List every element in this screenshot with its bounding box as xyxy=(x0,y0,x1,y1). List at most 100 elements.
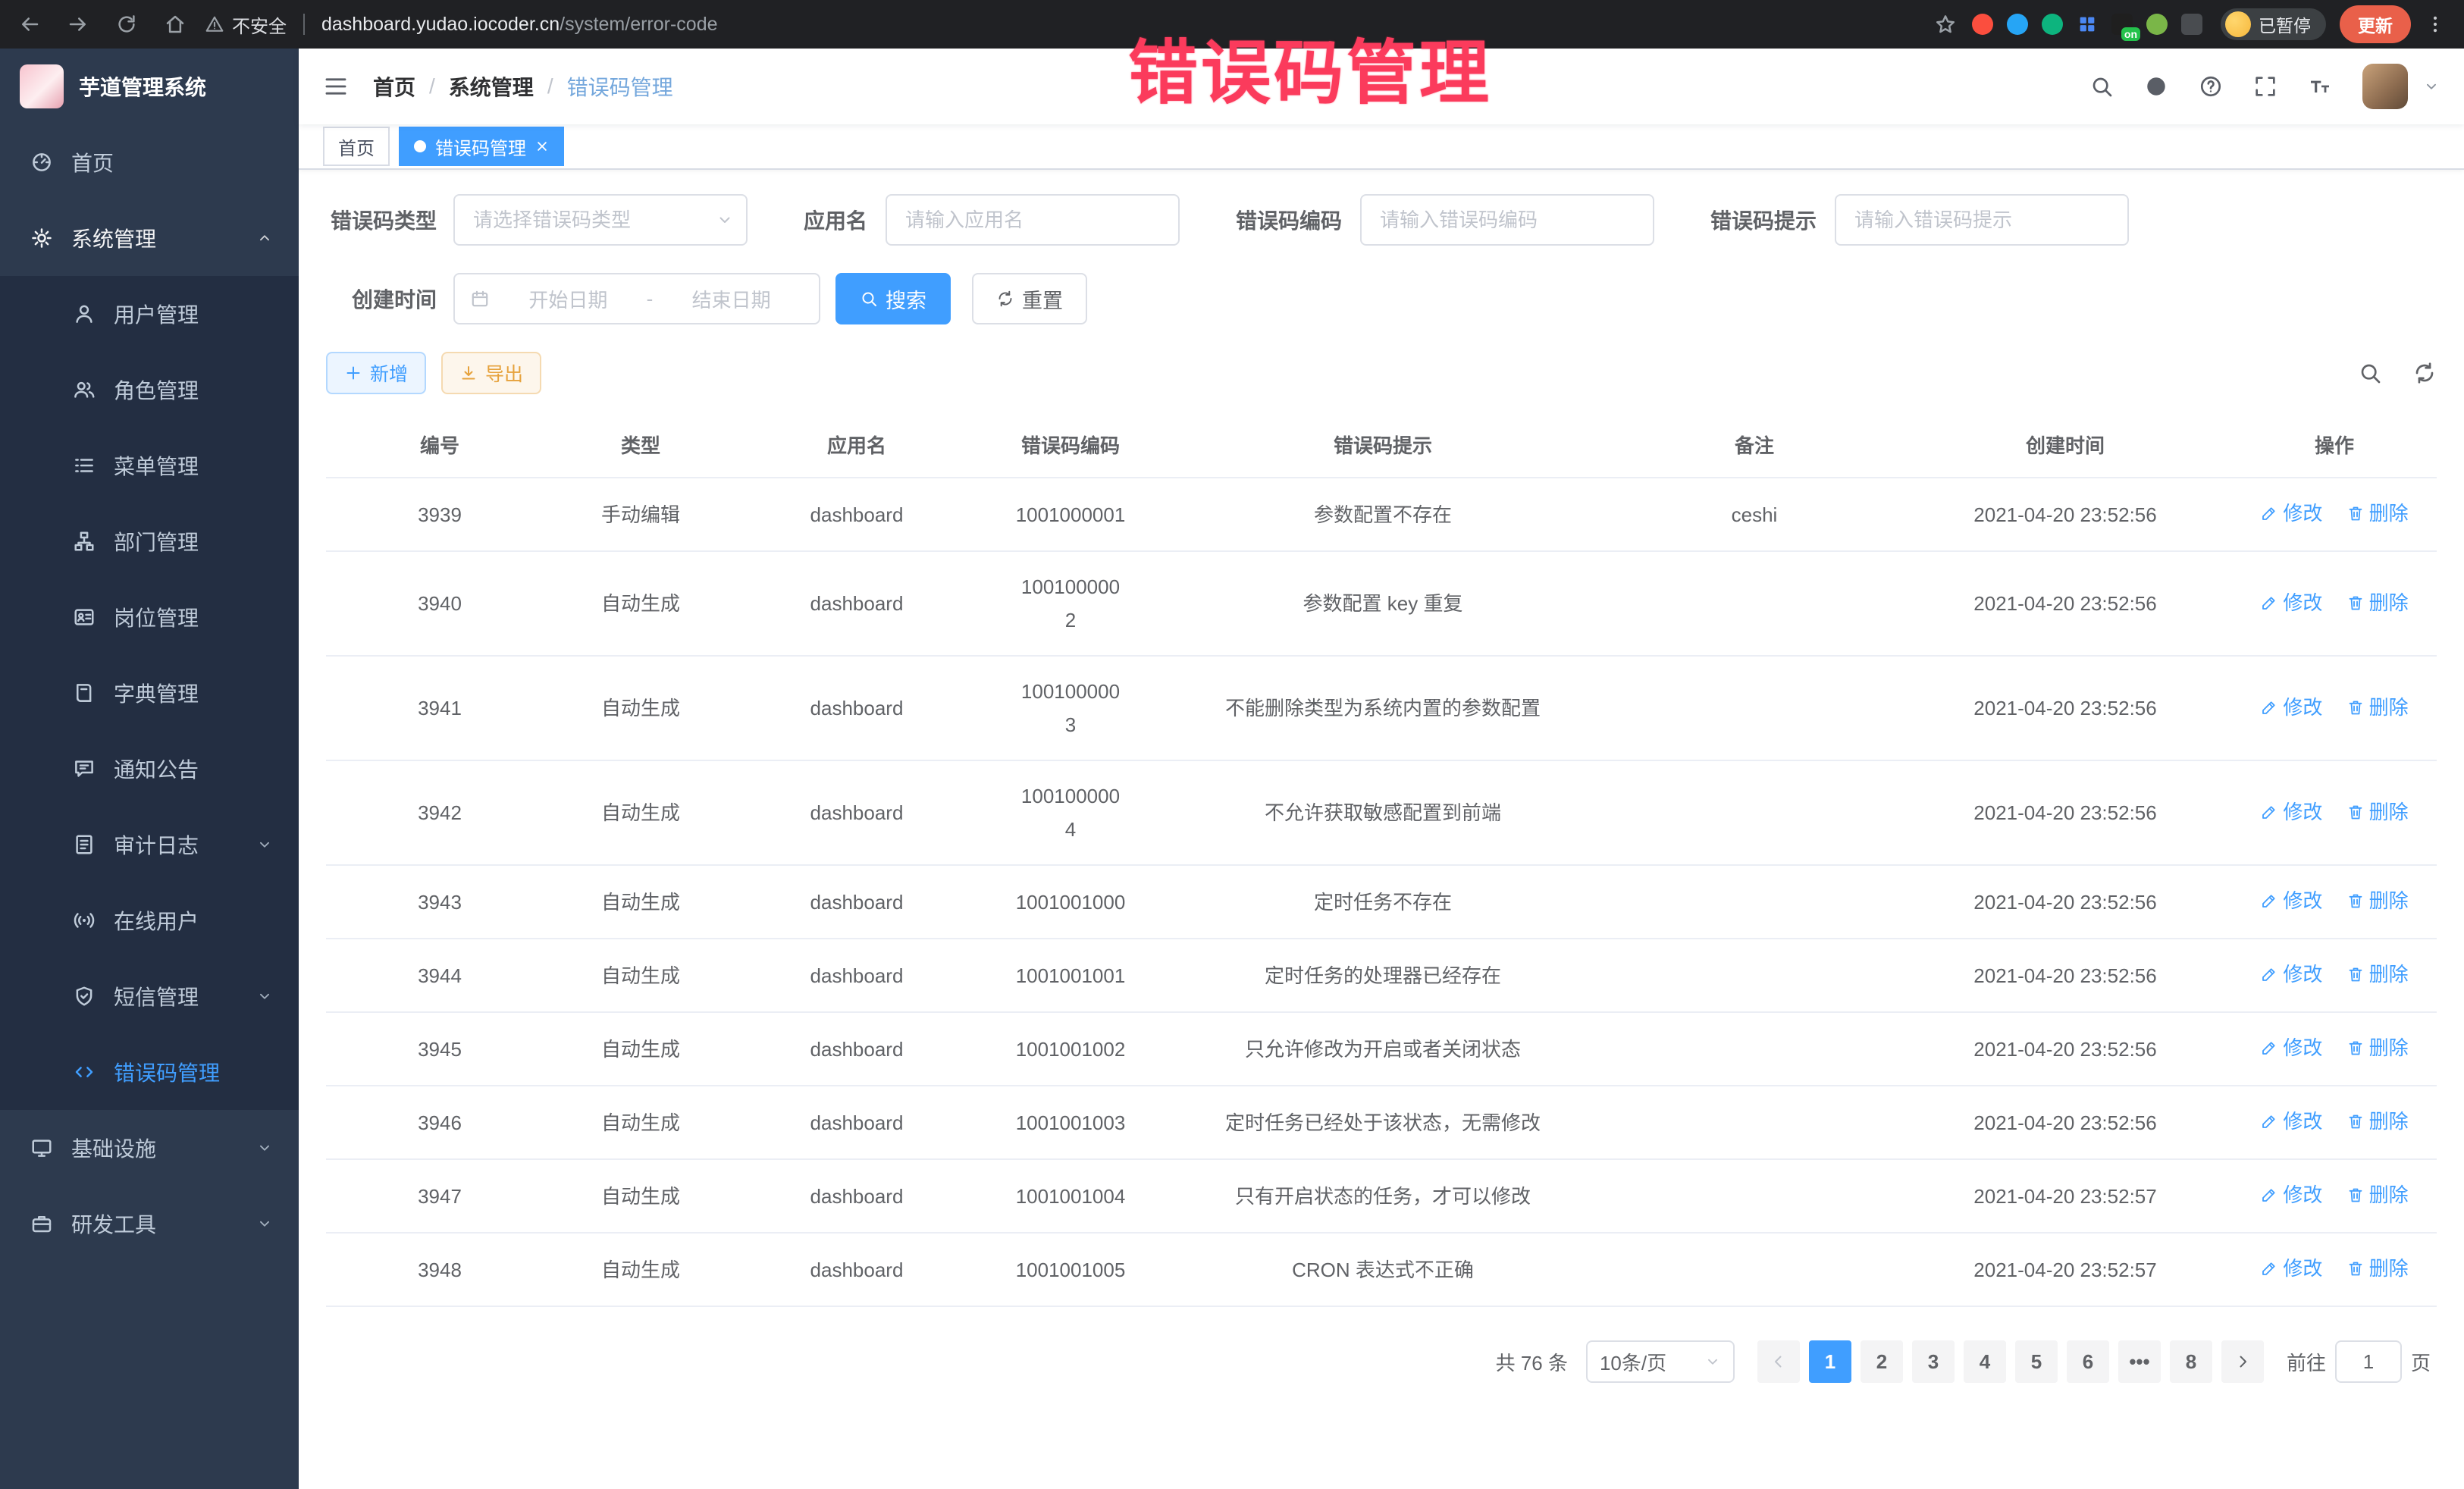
tab-home[interactable]: 首页 xyxy=(323,127,390,166)
sidebar-item-roles[interactable]: 角色管理 xyxy=(0,352,299,428)
delete-link[interactable]: 删除 xyxy=(2346,586,2409,619)
page-button[interactable]: 8 xyxy=(2170,1340,2212,1383)
search-button[interactable]: 搜索 xyxy=(835,273,951,324)
add-button[interactable]: 新增 xyxy=(326,352,426,394)
export-button[interactable]: 导出 xyxy=(441,352,541,394)
extension-icon-wellness[interactable] xyxy=(2146,14,2168,35)
edit-link[interactable]: 修改 xyxy=(2260,586,2322,619)
sidebar-item-positions[interactable]: 岗位管理 xyxy=(0,579,299,655)
breadcrumb-home[interactable]: 首页 xyxy=(373,71,415,102)
edit-link[interactable]: 修改 xyxy=(2260,795,2322,829)
prev-page-button[interactable] xyxy=(1757,1340,1800,1383)
code-icon xyxy=(73,1061,96,1083)
reset-button[interactable]: 重置 xyxy=(972,273,1087,324)
app-logo[interactable]: 芋道管理系统 xyxy=(0,49,299,124)
edit-link[interactable]: 修改 xyxy=(2260,1252,2322,1285)
error-type-select[interactable] xyxy=(453,194,748,246)
cell-remark xyxy=(1610,939,1898,1012)
help-icon[interactable] xyxy=(2199,74,2223,99)
cell-app-name: dashboard xyxy=(728,1233,986,1306)
reload-icon[interactable] xyxy=(115,13,138,36)
delete-link[interactable]: 删除 xyxy=(2346,1031,2409,1064)
sidebar-item-home[interactable]: 首页 xyxy=(0,124,299,200)
sidebar-item-audit-log[interactable]: 审计日志 xyxy=(0,807,299,882)
search-icon[interactable] xyxy=(2089,74,2114,99)
extension-icon-checker[interactable] xyxy=(2042,14,2063,35)
profile-chip[interactable]: 已暂停 xyxy=(2221,8,2326,40)
delete-link[interactable]: 删除 xyxy=(2346,795,2409,829)
page-button[interactable]: 6 xyxy=(2067,1340,2109,1383)
user-avatar[interactable] xyxy=(2362,64,2408,109)
delete-link[interactable]: 删除 xyxy=(2346,1252,2409,1285)
sidebar-item-users[interactable]: 用户管理 xyxy=(0,276,299,352)
tab-error-code-management[interactable]: 错误码管理 xyxy=(399,127,564,166)
page-size-select[interactable]: 10条/页 xyxy=(1586,1340,1735,1383)
github-icon[interactable] xyxy=(2144,74,2168,99)
toggle-search-icon[interactable] xyxy=(2358,361,2382,385)
edit-link[interactable]: 修改 xyxy=(2260,1105,2322,1138)
page-button[interactable]: ••• xyxy=(2118,1340,2161,1383)
caret-down-icon[interactable] xyxy=(2423,78,2440,95)
sidebar-item-online-users[interactable]: 在线用户 xyxy=(0,882,299,958)
page-button[interactable]: 5 xyxy=(2015,1340,2058,1383)
browser-home-icon[interactable] xyxy=(164,13,187,36)
extension-icon-apps-grid[interactable] xyxy=(2077,14,2098,35)
sidebar-item-error-codes[interactable]: 错误码管理 xyxy=(0,1034,299,1110)
sidebar-item-menus[interactable]: 菜单管理 xyxy=(0,428,299,503)
delete-link[interactable]: 删除 xyxy=(2346,1178,2409,1212)
address-bar[interactable]: dashboard.yudao.iocoder.cn/system/error-… xyxy=(321,14,1919,36)
browser-update-button[interactable]: 更新 xyxy=(2340,5,2411,43)
extension-icon-plugin[interactable] xyxy=(2181,14,2202,35)
delete-link[interactable]: 删除 xyxy=(2346,691,2409,724)
delete-link[interactable]: 删除 xyxy=(2346,1105,2409,1138)
edit-link[interactable]: 修改 xyxy=(2260,691,2322,724)
sidebar-item-dev-tools[interactable]: 研发工具 xyxy=(0,1186,299,1262)
fullscreen-icon[interactable] xyxy=(2253,74,2277,99)
edit-link[interactable]: 修改 xyxy=(2260,884,2322,917)
edit-link[interactable]: 修改 xyxy=(2260,1178,2322,1212)
date-range-picker[interactable]: 开始日期 - 结束日期 xyxy=(453,273,820,324)
edit-link[interactable]: 修改 xyxy=(2260,497,2322,530)
goto-page-input[interactable] xyxy=(2335,1340,2402,1383)
page-button[interactable]: 2 xyxy=(1861,1340,1903,1383)
error-type-select-input[interactable] xyxy=(453,194,748,246)
edit-link[interactable]: 修改 xyxy=(2260,1031,2322,1064)
hamburger-icon[interactable] xyxy=(323,74,349,99)
extension-icon-translate[interactable] xyxy=(2007,14,2028,35)
edit-link[interactable]: 修改 xyxy=(2260,958,2322,991)
profile-avatar xyxy=(2225,11,2251,37)
bookmark-star-icon[interactable] xyxy=(1934,13,1957,36)
column-header: 操作 xyxy=(2232,412,2437,478)
delete-link[interactable]: 删除 xyxy=(2346,884,2409,917)
filter-error-type: 错误码类型 xyxy=(326,194,748,246)
sidebar-item-notices[interactable]: 通知公告 xyxy=(0,731,299,807)
security-indicator[interactable]: 不安全 xyxy=(205,11,287,38)
extension-icon-proxy[interactable]: on xyxy=(2111,14,2133,35)
page-button[interactable]: 3 xyxy=(1912,1340,1955,1383)
sidebar-item-infrastructure[interactable]: 基础设施 xyxy=(0,1110,299,1186)
next-page-button[interactable] xyxy=(2221,1340,2264,1383)
browser-menu-icon[interactable] xyxy=(2425,14,2446,35)
table-toolbar: 新增 导出 xyxy=(326,352,2437,394)
filter-row-2: 创建时间 开始日期 - 结束日期 搜索 重置 xyxy=(326,273,2437,324)
delete-link[interactable]: 删除 xyxy=(2346,497,2409,530)
sidebar-item-dictionary[interactable]: 字典管理 xyxy=(0,655,299,731)
sidebar-item-system-management[interactable]: 系统管理 xyxy=(0,200,299,276)
page-button[interactable]: 4 xyxy=(1964,1340,2006,1383)
font-size-icon[interactable] xyxy=(2308,74,2332,99)
error-code-input[interactable] xyxy=(1360,194,1654,246)
refresh-table-icon[interactable] xyxy=(2412,361,2437,385)
error-hint-input[interactable] xyxy=(1835,194,2129,246)
back-icon[interactable] xyxy=(18,13,41,36)
breadcrumb-system[interactable]: 系统管理 xyxy=(449,71,534,102)
page-button[interactable]: 1 xyxy=(1809,1340,1851,1383)
sidebar-item-sms[interactable]: 短信管理 xyxy=(0,958,299,1034)
edit-link-label: 修改 xyxy=(2283,1105,2322,1138)
delete-link[interactable]: 删除 xyxy=(2346,958,2409,991)
forward-icon[interactable] xyxy=(67,13,89,36)
app-name-input[interactable] xyxy=(886,194,1180,246)
extension-icon-blocker[interactable] xyxy=(1972,14,1993,35)
cell-app-name: dashboard xyxy=(728,1159,986,1233)
sidebar-item-departments[interactable]: 部门管理 xyxy=(0,503,299,579)
close-tab-icon[interactable] xyxy=(535,139,549,153)
